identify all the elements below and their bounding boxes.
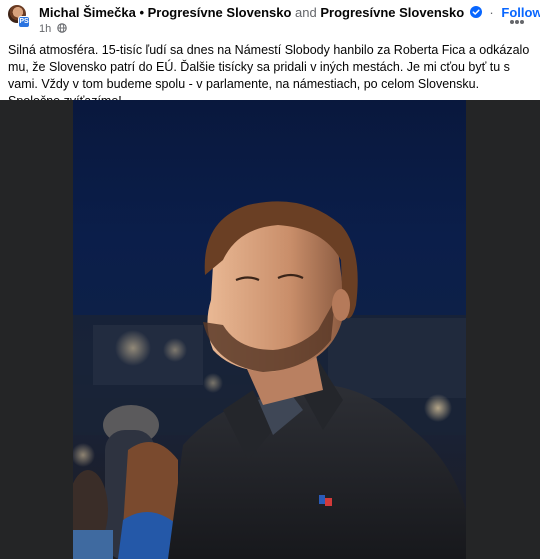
dot-separator: · bbox=[489, 5, 494, 20]
page-name-link-2[interactable]: Progresívne Slovensko bbox=[320, 5, 464, 20]
conjunction-text: and bbox=[295, 5, 317, 20]
post-timestamp[interactable]: 1h bbox=[39, 23, 51, 35]
author-name-link[interactable]: Michal Šimečka bbox=[39, 5, 136, 20]
verified-badge-icon bbox=[469, 6, 482, 18]
profile-avatar[interactable]: PS bbox=[8, 5, 32, 29]
post-meta: 1h bbox=[39, 22, 68, 36]
post-photo-illustration bbox=[73, 201, 466, 559]
photo-container[interactable] bbox=[0, 100, 540, 559]
post-header: PS Michal Šimečka • Progresívne Slovensk… bbox=[0, 0, 540, 40]
page-name-link-1[interactable]: Progresívne Slovensko bbox=[148, 5, 292, 20]
post-title-line: Michal Šimečka • Progresívne Slovensko a… bbox=[39, 5, 540, 21]
more-options-icon[interactable] bbox=[510, 11, 526, 24]
page-logo-badge-icon: PS bbox=[18, 16, 30, 28]
globe-icon bbox=[57, 23, 68, 33]
post-photo[interactable] bbox=[73, 100, 466, 559]
title-separator: • bbox=[139, 5, 145, 20]
